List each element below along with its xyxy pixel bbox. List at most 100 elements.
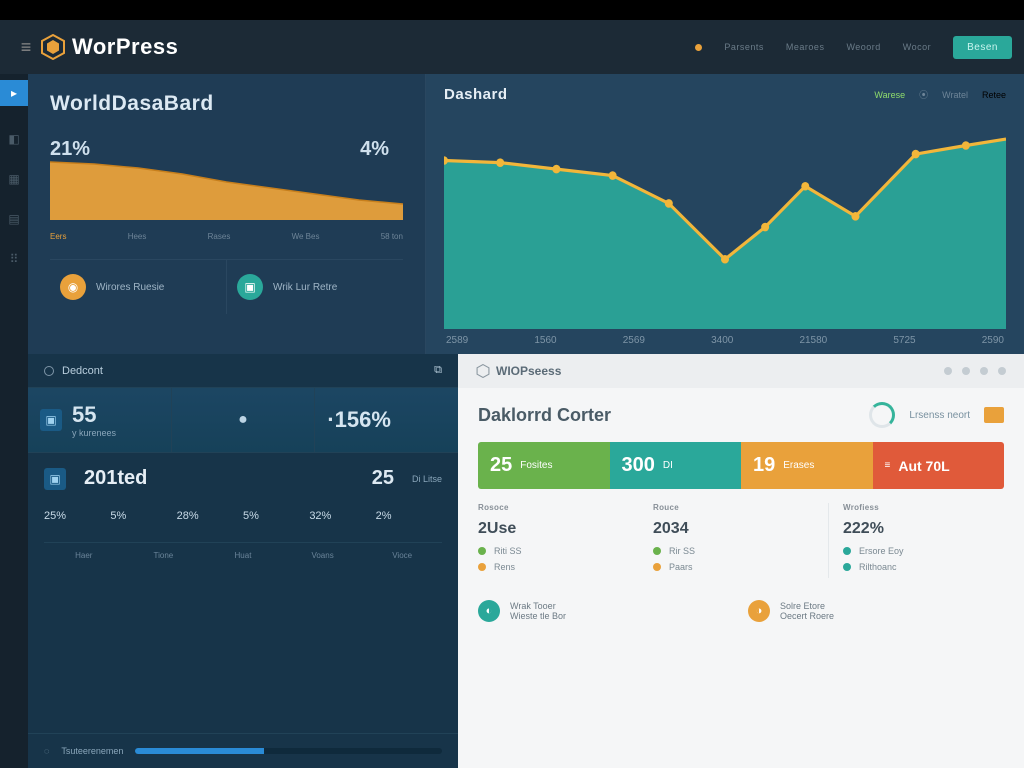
main-chart-axis: 2589 1560 2569 3400 21580 5725 2590 xyxy=(444,329,1006,346)
axis-tick: 5725 xyxy=(893,335,915,346)
col-heading: Wrofiess xyxy=(843,503,1004,512)
nav-link[interactable]: Weoord xyxy=(846,42,880,52)
card-label: Wirores Ruesie xyxy=(96,282,164,293)
dot-icon xyxy=(843,563,851,571)
tab[interactable]: Huat xyxy=(203,543,283,568)
panel-dashard: Dashard Warese ⦿ Wratel Retee xyxy=(426,74,1024,354)
circle-icon: ◑ xyxy=(748,600,770,622)
axis-tick: We Bes xyxy=(292,232,320,241)
col-value: 2Use xyxy=(478,520,639,538)
rail-item-active[interactable]: ▸ xyxy=(0,80,28,106)
stat-sub: y kurenees xyxy=(72,428,116,438)
tile[interactable]: ≡Aut 70L xyxy=(873,442,1005,489)
dot-icon xyxy=(478,547,486,555)
metric-value: 25 xyxy=(372,467,394,490)
col-value: 2034 xyxy=(653,520,814,538)
circle-icon: ◐ xyxy=(478,600,500,622)
pct-cell: 5% xyxy=(110,504,176,528)
loader-icon: ◌ xyxy=(44,746,49,756)
stat-cell: ▣ 55y kurenees xyxy=(28,388,172,452)
summary-card[interactable]: ▣ Wrik Lur Retre xyxy=(227,260,403,314)
pct-cell: 2% xyxy=(376,504,442,528)
col-heading: Rouce xyxy=(653,503,814,512)
axis-tick: 2569 xyxy=(623,335,645,346)
col-value: 222% xyxy=(843,520,1004,538)
tile[interactable]: 25Fosites xyxy=(478,442,610,489)
stat-percent-right: 4% xyxy=(360,138,389,161)
panel-dedcont: Dedcont ⧉ ▣ 55y kurenees ● ·156% xyxy=(28,354,458,768)
filter-link[interactable]: Retee xyxy=(982,90,1006,100)
nav-cta-button[interactable]: Besen xyxy=(953,36,1012,59)
stat-value: 55 xyxy=(72,402,116,428)
axis-tick: 3400 xyxy=(711,335,733,346)
top-nav: Parsents Mearoes Weoord Wocor Besen xyxy=(695,36,1012,59)
panel-title: WorldDasaBard xyxy=(50,92,403,116)
rail-item[interactable]: ▦ xyxy=(8,172,19,186)
tab[interactable]: Voans xyxy=(283,543,363,568)
stat-column: Rouce 2034 Rir SS Paars xyxy=(653,503,814,578)
logo-hex-icon xyxy=(476,364,490,378)
accent-dot-icon xyxy=(695,44,702,51)
logo-hex-icon xyxy=(40,34,66,60)
axis-tick: 21580 xyxy=(799,335,827,346)
rail-item[interactable]: ⠿ xyxy=(10,252,19,266)
menu-icon[interactable]: ≡ xyxy=(12,33,40,61)
nav-link[interactable]: Parsents xyxy=(724,42,764,52)
nav-link[interactable]: Mearoes xyxy=(786,42,825,52)
expand-icon[interactable]: ⧉ xyxy=(434,364,442,377)
axis-tick: Hees xyxy=(128,232,147,241)
left-rail: ▸ ◧ ▦ ▤ ⠿ xyxy=(0,74,28,768)
mini-chart-axis: Eers Hees Rases We Bes 58 ton xyxy=(50,228,403,241)
dot-icon xyxy=(478,563,486,571)
metric-label: Di Litse xyxy=(412,474,442,484)
color-tiles: 25Fosites 300DI 19Erases ≡Aut 70L xyxy=(478,442,1004,489)
stat-icon: ▣ xyxy=(40,409,62,431)
panel-subtitle: Lrsenss neort xyxy=(909,410,970,421)
card-icon: ▣ xyxy=(237,274,263,300)
pct-cell: 32% xyxy=(309,504,375,528)
pct-cell: 25% xyxy=(44,504,110,528)
dot-icon xyxy=(653,547,661,555)
app-header: ≡ WorPress Parsents Mearoes Weoord Wocor… xyxy=(0,20,1024,74)
panel-title: Dashard xyxy=(444,86,508,103)
progress-bar xyxy=(135,748,442,754)
stat-cell: ● xyxy=(172,388,316,452)
nav-link[interactable]: Wocor xyxy=(903,42,931,52)
gear-icon[interactable] xyxy=(44,366,54,376)
tab[interactable]: Tione xyxy=(124,543,204,568)
tile[interactable]: 19Erases xyxy=(741,442,873,489)
window-dots xyxy=(944,367,1006,375)
metric-row: ▣ 201ted 25 Di Litse xyxy=(44,467,442,490)
metric-icon: ▣ xyxy=(44,468,66,490)
summary-card[interactable]: ◉ Wirores Ruesie xyxy=(50,260,227,314)
tab[interactable]: Haer xyxy=(44,543,124,568)
foot-card[interactable]: ◐ Wrak TooerWieste tle Bor xyxy=(478,600,734,622)
card-label: Wrik Lur Retre xyxy=(273,282,337,293)
progress-label: Tsuteerenemen xyxy=(61,746,123,756)
stat-bar: ▣ 55y kurenees ● ·156% xyxy=(28,388,458,453)
axis-tick: 2590 xyxy=(982,335,1004,346)
filter-link[interactable]: Warese xyxy=(874,90,905,100)
stat-cell: ·156% xyxy=(315,388,458,452)
panel-world-dashboard: WorldDasaBard 21% 4% Eers Hees Rases We … xyxy=(28,74,426,354)
stat-column: Wrofiess 222% Ersore Eoy Rilthoanc xyxy=(828,503,1004,578)
tab[interactable]: Vioce xyxy=(362,543,442,568)
metric-value: 201ted xyxy=(84,467,147,490)
panel-title: Dedcont xyxy=(62,365,103,377)
dot-icon xyxy=(843,547,851,555)
pct-cell: 28% xyxy=(177,504,243,528)
stat-percent-left: 21% xyxy=(50,138,90,161)
mini-area-chart: 21% 4% xyxy=(50,134,403,220)
col-heading: Rosoce xyxy=(478,503,639,512)
percent-row: 25% 5% 28% 5% 32% 2% xyxy=(44,504,442,528)
card-icon: ◉ xyxy=(60,274,86,300)
progress-ring-icon xyxy=(869,402,895,428)
rail-item[interactable]: ▤ xyxy=(8,212,19,226)
tab-row: Haer Tione Huat Voans Vioce xyxy=(44,542,442,568)
dot-icon: ● xyxy=(238,411,248,429)
foot-card[interactable]: ◑ Solre EtoreOecert Roere xyxy=(748,600,1004,622)
rail-item[interactable]: ◧ xyxy=(8,132,19,146)
tile[interactable]: 300DI xyxy=(610,442,742,489)
filter-link[interactable]: Wratel xyxy=(942,90,968,100)
folder-icon[interactable] xyxy=(984,407,1004,423)
